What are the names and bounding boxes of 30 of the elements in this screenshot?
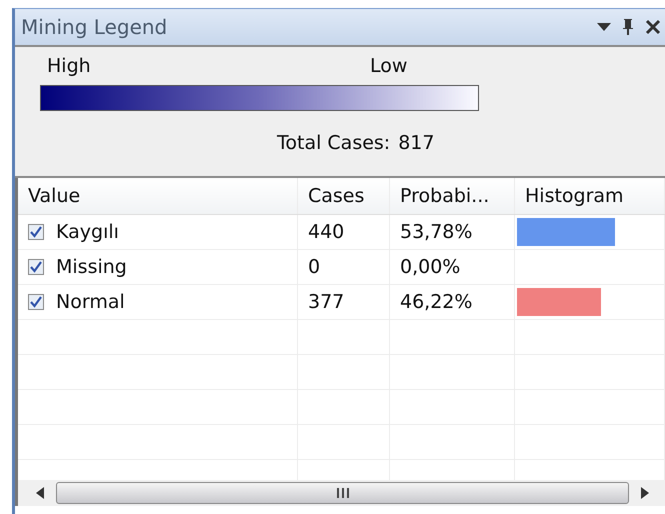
low-label: Low [370, 55, 408, 77]
column-header[interactable]: Cases [298, 178, 390, 214]
left-arrow-icon[interactable] [36, 487, 46, 499]
table-cell: 53,78% [390, 215, 515, 249]
total-cases-value: 817 [398, 132, 434, 154]
column-header[interactable]: Histogram [515, 178, 665, 214]
table-row[interactable]: Missing 0 0,00% [18, 250, 665, 285]
value-label: Kaygılı [56, 221, 119, 243]
total-cases-label: Total Cases: [277, 132, 390, 154]
table-cell: 377 [298, 285, 390, 319]
table-cell: 46,22% [390, 285, 515, 319]
checkbox[interactable] [28, 224, 44, 240]
window-title: Mining Legend [21, 15, 168, 39]
scrollbar-thumb[interactable] [56, 482, 629, 504]
table-cell: 0 [298, 250, 390, 284]
checkbox[interactable] [28, 259, 44, 275]
right-arrow-icon[interactable] [639, 487, 649, 499]
value-label: Normal [56, 291, 125, 313]
high-label: High [47, 55, 91, 77]
pin-icon[interactable] [621, 18, 635, 36]
table-cell: 440 [298, 215, 390, 249]
value-label: Missing [56, 256, 127, 278]
column-header[interactable]: Probabi... [390, 178, 515, 214]
column-header[interactable]: Value [18, 178, 298, 214]
grip-icon [336, 487, 350, 499]
caret-icon[interactable] [597, 23, 611, 31]
horizontal-scrollbar[interactable] [18, 480, 665, 506]
close-icon[interactable] [645, 19, 661, 35]
checkbox[interactable] [28, 294, 44, 310]
table-cell: 0,00% [390, 250, 515, 284]
